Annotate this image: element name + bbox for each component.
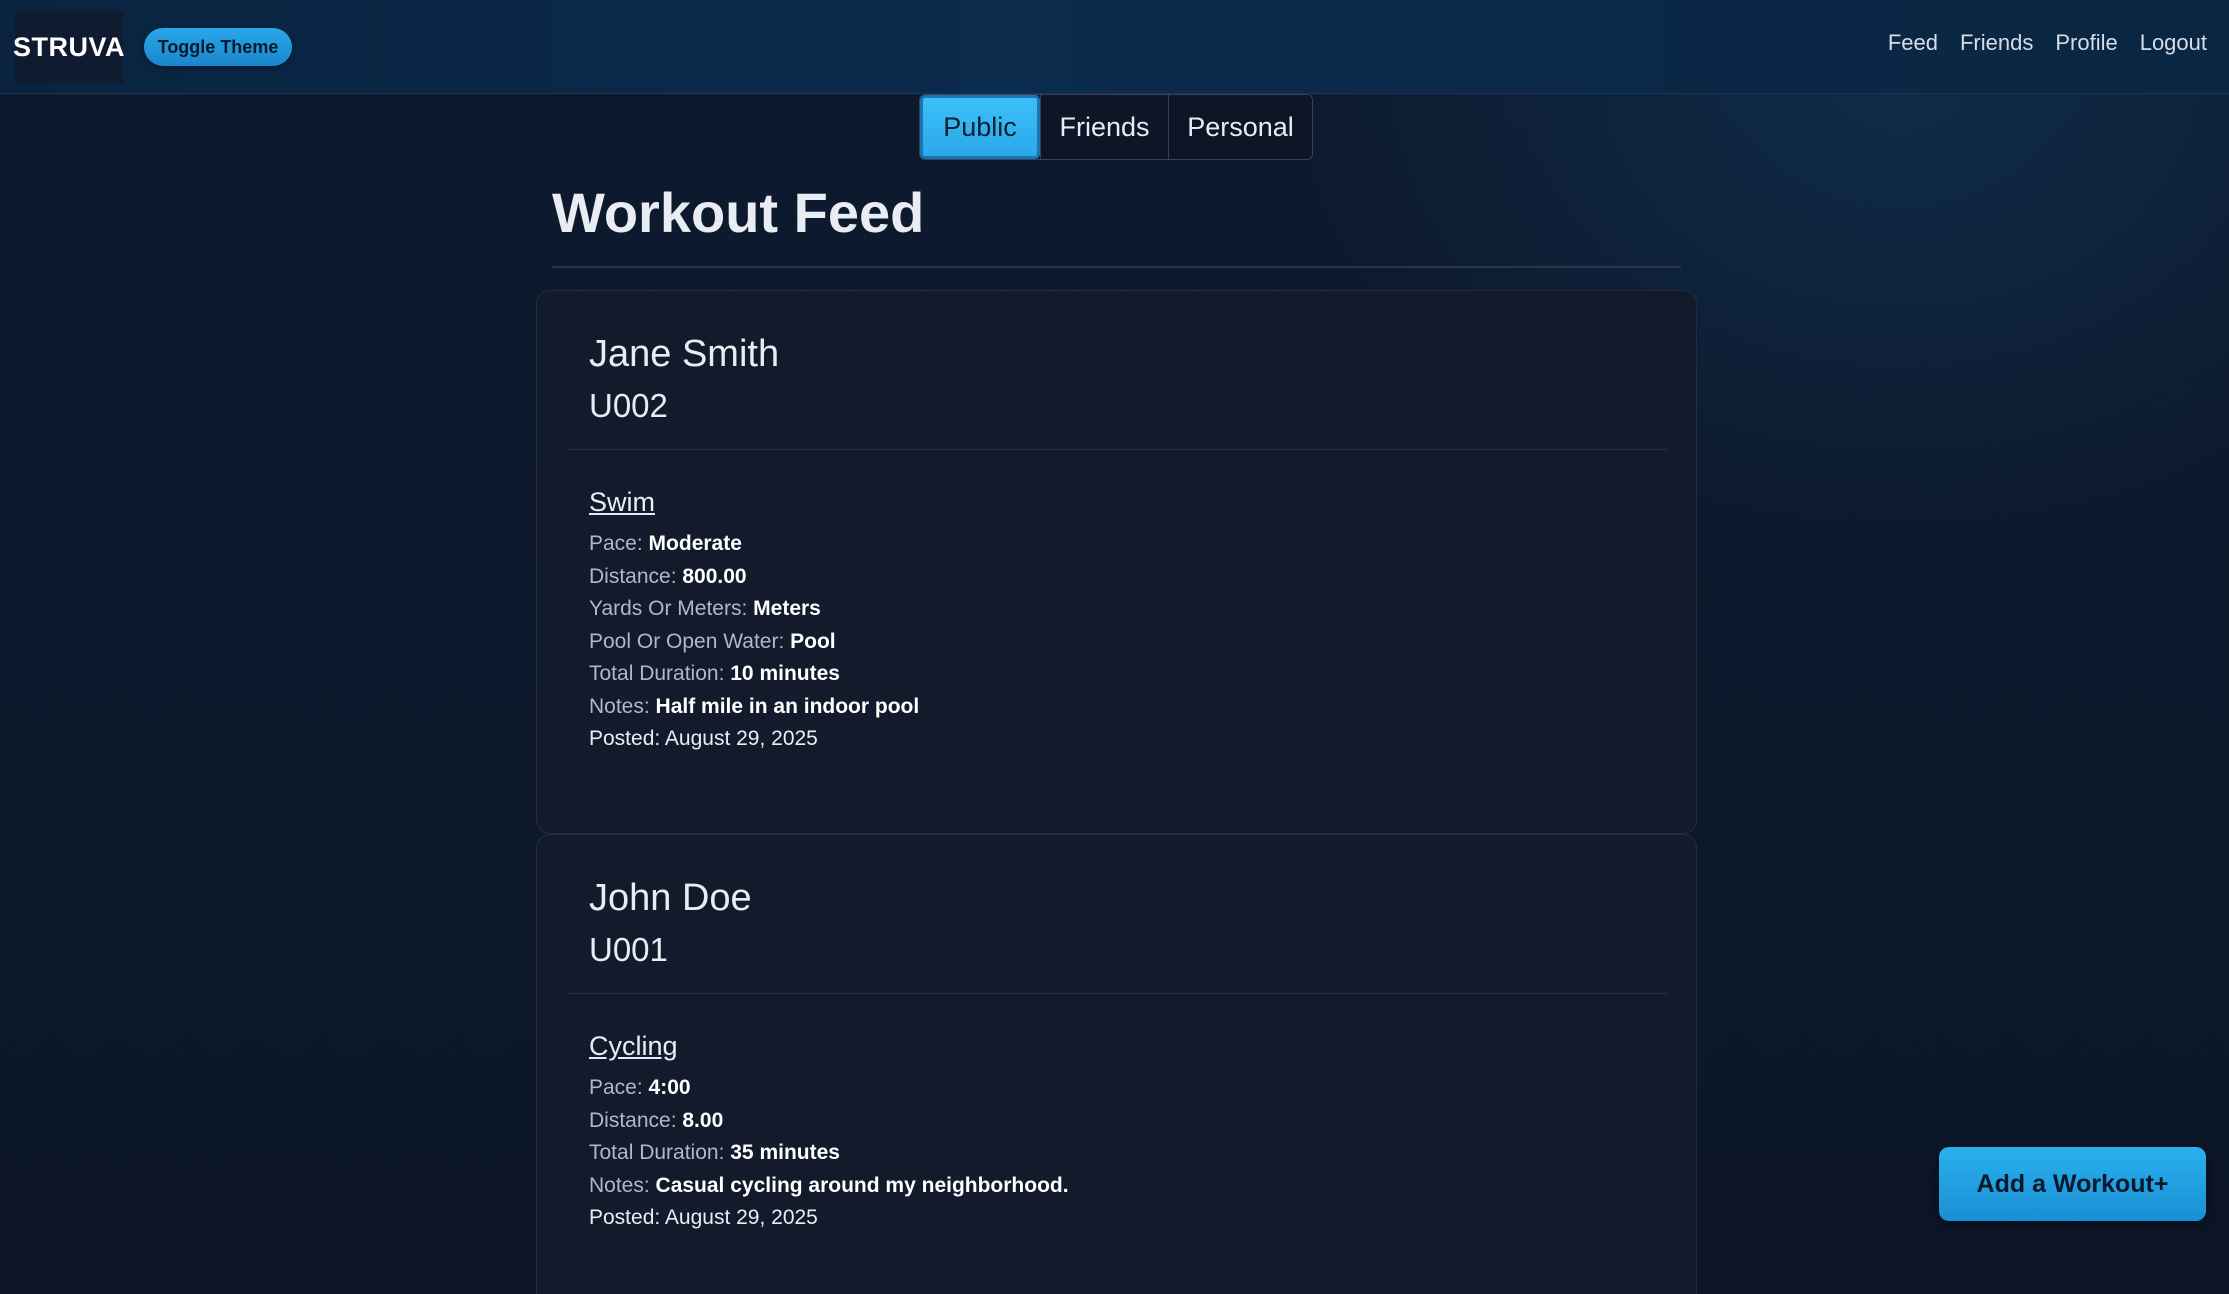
posted-date: Posted: August 29, 2025 (589, 723, 919, 756)
post-author-name: Jane Smith (589, 333, 780, 375)
workout-field: Distance: 8.00 (589, 1108, 724, 1132)
tab-public[interactable]: Public (920, 95, 1040, 159)
field-label: Notes (589, 694, 644, 718)
posted-date-value: August 29, 2025 (664, 1206, 818, 1229)
field-value: Casual cycling around my neighborhood. (655, 1173, 1069, 1197)
workout-field: Notes: Half mile in an indoor pool (589, 694, 920, 718)
field-label: Distance (589, 1108, 671, 1132)
workout-details: Swim Pace: Moderate Distance: 800.00 Yar… (589, 487, 919, 756)
field-value: 8.00 (682, 1108, 724, 1132)
add-workout-button[interactable]: Add a Workout+ (1939, 1147, 2206, 1221)
workout-field: Distance: 800.00 (589, 564, 747, 588)
navbar: STRUVA Toggle Theme Feed Friends Profile… (0, 0, 2229, 94)
field-label: Distance (589, 564, 671, 588)
toggle-theme-button[interactable]: Toggle Theme (144, 28, 292, 66)
nav-link-logout[interactable]: Logout (2140, 30, 2207, 56)
card-divider (569, 449, 1667, 450)
field-value: Half mile in an indoor pool (655, 694, 920, 718)
field-label: Pace (589, 1076, 637, 1099)
post-user-id: U002 (589, 387, 668, 424)
workout-field: Pace: Moderate (589, 532, 742, 555)
post-author-name: John Doe (589, 877, 752, 919)
tab-friends[interactable]: Friends (1040, 95, 1168, 159)
feed-tabs: Public Friends Personal (919, 94, 1313, 160)
field-value: 4:00 (648, 1076, 691, 1099)
field-value: 10 minutes (730, 662, 840, 685)
activity-link[interactable]: Swim (589, 487, 655, 518)
workout-field: Total Duration: 35 minutes (589, 1141, 840, 1164)
field-value: Meters (753, 597, 821, 620)
workout-field: Total Duration: 10 minutes (589, 662, 840, 685)
posted-label: Posted: (589, 1206, 661, 1229)
card-divider (569, 993, 1667, 994)
title-divider (552, 266, 1681, 268)
posted-date-value: August 29, 2025 (664, 727, 818, 750)
nav-link-friends[interactable]: Friends (1960, 30, 2033, 56)
nav-link-profile[interactable]: Profile (2055, 30, 2117, 56)
field-label: Total Duration (589, 662, 719, 685)
workout-field: Notes: Casual cycling around my neighbor… (589, 1173, 1069, 1197)
page-title: Workout Feed (552, 181, 925, 244)
workout-card: John Doe U001 Cycling Pace: 4:00 Distanc… (536, 834, 1697, 1294)
field-value: 35 minutes (730, 1141, 840, 1164)
field-label: Yards Or Meters (589, 597, 742, 620)
workout-details: Cycling Pace: 4:00 Distance: 8.00 Total … (589, 1031, 1069, 1235)
nav-link-feed[interactable]: Feed (1888, 30, 1938, 56)
field-label: Notes (589, 1173, 644, 1197)
field-label: Pool Or Open Water (589, 629, 779, 653)
posted-label: Posted: (589, 727, 661, 750)
field-value: Pool (790, 629, 836, 653)
field-value: Moderate (648, 532, 742, 555)
nav-links: Feed Friends Profile Logout (1888, 30, 2207, 56)
post-user-id: U001 (589, 931, 668, 968)
workout-field: Pace: 4:00 (589, 1076, 691, 1099)
workout-field: Pool Or Open Water: Pool (589, 629, 836, 653)
field-value: 800.00 (682, 564, 747, 588)
workout-field: Yards Or Meters: Meters (589, 597, 821, 620)
tab-personal[interactable]: Personal (1168, 95, 1312, 159)
field-label: Total Duration (589, 1141, 719, 1164)
activity-link[interactable]: Cycling (589, 1031, 678, 1062)
field-label: Pace (589, 532, 637, 555)
workout-card: Jane Smith U002 Swim Pace: Moderate Dist… (536, 290, 1697, 834)
brand-logo[interactable]: STRUVA (13, 11, 125, 83)
posted-date: Posted: August 29, 2025 (589, 1202, 1069, 1235)
